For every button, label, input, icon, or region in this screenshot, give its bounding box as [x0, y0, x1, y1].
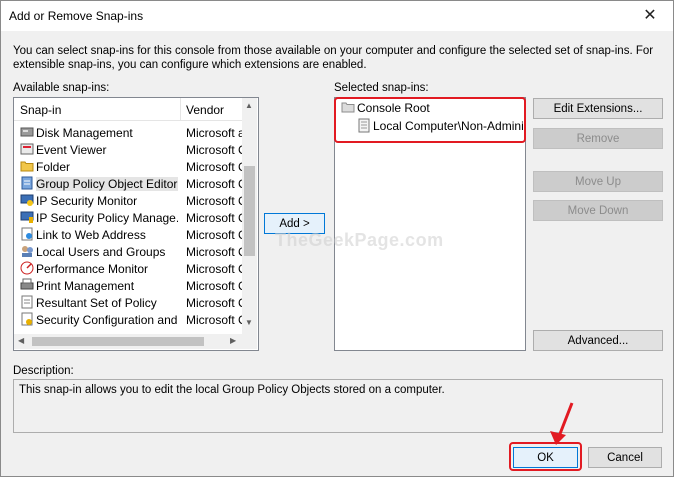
- folder-icon: [20, 161, 34, 172]
- list-item[interactable]: Disk Management Microsoft a: [14, 124, 242, 141]
- snapin-vendor: Microsoft C: [186, 245, 242, 259]
- list-item[interactable]: Security Configuration and... Microsoft C: [14, 311, 242, 328]
- list-item[interactable]: Resultant Set of Policy Microsoft C: [14, 294, 242, 311]
- snapin-name: Event Viewer: [36, 143, 107, 157]
- description-label: Description:: [13, 365, 74, 377]
- column-divider[interactable]: [180, 98, 181, 120]
- scroll-up-icon[interactable]: ▲: [245, 101, 253, 110]
- snapin-name: Resultant Set of Policy: [36, 296, 157, 310]
- window-title: Add or Remove Snap-ins: [9, 9, 144, 23]
- list-item[interactable]: IP Security Monitor Microsoft C: [14, 192, 242, 209]
- list-item[interactable]: Local Users and Groups Microsoft C: [14, 243, 242, 260]
- printer-icon: [20, 278, 34, 290]
- highlight-ok-button: [509, 442, 582, 471]
- snapin-vendor: Microsoft C: [186, 279, 242, 293]
- description-text: This snap-in allows you to edit the loca…: [19, 384, 445, 396]
- list-item[interactable]: Performance Monitor Microsoft C: [14, 260, 242, 277]
- snapin-vendor: Microsoft C: [186, 262, 242, 276]
- scroll-down-icon[interactable]: ▼: [245, 318, 253, 327]
- edit-extensions-button[interactable]: Edit Extensions...: [533, 98, 663, 119]
- vertical-scrollbar[interactable]: ▲ ▼: [242, 98, 257, 334]
- snapin-name: Group Policy Object Editor: [36, 177, 178, 191]
- snapin-vendor: Microsoft C: [186, 194, 242, 208]
- disk-icon: [20, 127, 34, 137]
- close-icon[interactable]: ✕: [627, 1, 673, 31]
- snapin-name: Disk Management: [36, 126, 133, 140]
- list-item[interactable]: Folder Microsoft C: [14, 158, 242, 175]
- red-arrow-icon: [550, 402, 574, 445]
- scroll-right-icon[interactable]: ▶: [230, 336, 236, 345]
- hscroll-thumb[interactable]: [32, 337, 204, 346]
- snapin-vendor: Microsoft C: [186, 211, 242, 225]
- move-down-button[interactable]: Move Down: [533, 200, 663, 221]
- column-header-vendor[interactable]: Vendor: [186, 103, 224, 117]
- list-item[interactable]: Link to Web Address Microsoft C: [14, 226, 242, 243]
- snapin-vendor: Microsoft C: [186, 296, 242, 310]
- list-item[interactable]: Print Management Microsoft C: [14, 277, 242, 294]
- snapin-name: IP Security Policy Manage...: [36, 211, 178, 225]
- selected-snapins-label: Selected snap-ins:: [334, 82, 429, 94]
- column-header-snapin[interactable]: Snap-in: [20, 103, 61, 117]
- policy-result-icon: [21, 295, 33, 309]
- web-link-icon: [21, 227, 33, 241]
- users-icon: [22, 246, 33, 257]
- list-item[interactable]: IP Security Policy Manage... Microsoft C: [14, 209, 242, 226]
- list-header: Snap-in Vendor: [14, 98, 242, 121]
- snapin-vendor: Microsoft C: [186, 143, 242, 157]
- snapin-vendor: Microsoft C: [186, 313, 242, 327]
- scroll-thumb[interactable]: [244, 166, 255, 256]
- horizontal-scrollbar[interactable]: ◀ ▶: [14, 334, 242, 349]
- watermark: TheGeekPage.com: [275, 230, 444, 250]
- performance-icon: [20, 261, 34, 275]
- snapin-name: Security Configuration and...: [36, 313, 178, 327]
- cancel-button[interactable]: Cancel: [588, 447, 662, 468]
- scroll-left-icon[interactable]: ◀: [18, 336, 24, 345]
- intro-text: You can select snap-ins for this console…: [13, 45, 654, 71]
- move-up-button[interactable]: Move Up: [533, 171, 663, 192]
- advanced-button[interactable]: Advanced...: [533, 330, 663, 351]
- add-remove-snapins-dialog: Add or Remove Snap-ins ✕ You can select …: [0, 0, 674, 477]
- security-policy-icon: [20, 211, 34, 223]
- policy-icon: [21, 176, 33, 190]
- list-item[interactable]: Event Viewer Microsoft C: [14, 141, 242, 158]
- available-snapins-list[interactable]: Snap-in Vendor Disk Management Microsoft …: [13, 97, 259, 351]
- snapin-name: Performance Monitor: [36, 262, 149, 276]
- snapin-vendor: Microsoft C: [186, 228, 242, 242]
- snapin-vendor: Microsoft a: [186, 126, 242, 140]
- scroll-corner: [242, 334, 257, 349]
- snapin-name: Link to Web Address: [36, 228, 146, 242]
- snapin-vendor: Microsoft C: [186, 177, 242, 191]
- snapin-name: Local Users and Groups: [36, 245, 166, 259]
- snapin-name: IP Security Monitor: [36, 194, 138, 208]
- snapin-name: Print Management: [36, 279, 135, 293]
- available-snapins-label: Available snap-ins:: [13, 82, 110, 94]
- event-viewer-icon: [20, 143, 34, 155]
- snapin-vendor: Microsoft C: [186, 160, 242, 174]
- snapin-name: Folder: [36, 160, 71, 174]
- title-bar: Add or Remove Snap-ins ✕: [1, 1, 673, 31]
- list-item[interactable]: Group Policy Object Editor Microsoft C: [14, 175, 242, 192]
- security-config-icon: [21, 312, 33, 326]
- highlight-selected-snapins: [334, 97, 526, 143]
- security-monitor-icon: [20, 194, 34, 206]
- remove-button[interactable]: Remove: [533, 128, 663, 149]
